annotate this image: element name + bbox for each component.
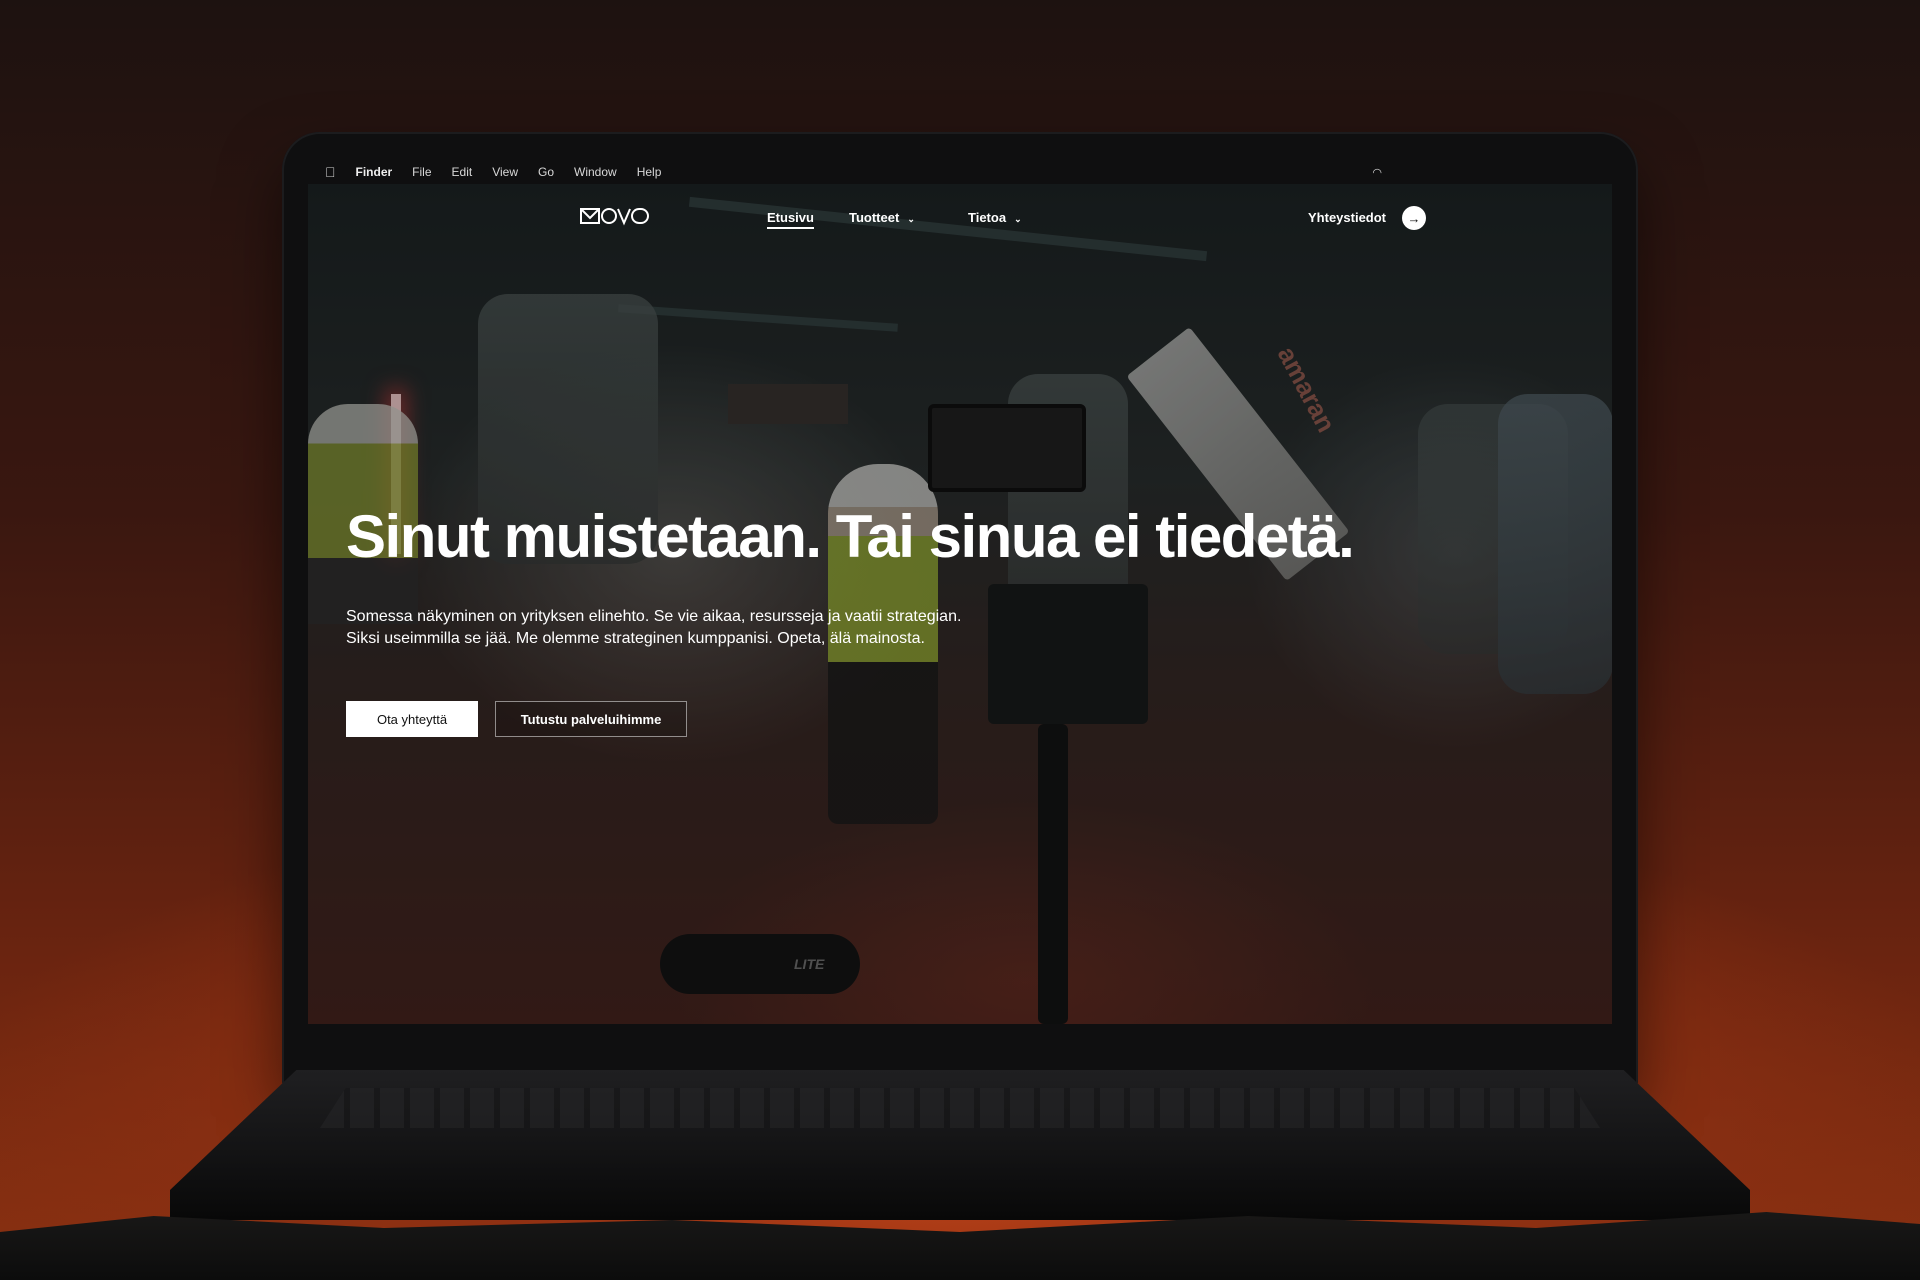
menu-file[interactable]: File — [412, 165, 431, 179]
laptop-keyboard — [320, 1088, 1600, 1128]
contact-button[interactable]: Ota yhteyttä — [346, 701, 478, 737]
nav-about-label: Tietoa — [968, 210, 1007, 225]
site-navbar: Etusivu Tuotteet ⌄ Tietoa ⌄ Yhteystiedot → — [308, 184, 1612, 248]
wifi-icon[interactable]: ◠ — [1372, 166, 1382, 179]
apple-icon[interactable]:  — [325, 164, 336, 180]
nav-home[interactable]: Etusivu — [767, 210, 814, 229]
website-viewport: amaran LITE Etusivu Tuotteet ⌄ Tietoa ⌄ Yh… — [308, 184, 1612, 1024]
menu-window[interactable]: Window — [574, 165, 617, 179]
macos-menubar:  Finder File Edit View Go Window Help ◠ — [308, 160, 1612, 184]
nav-contact-link[interactable]: Yhteystiedot — [1308, 210, 1386, 225]
menu-go[interactable]: Go — [538, 165, 554, 179]
menu-view[interactable]: View — [492, 165, 518, 179]
site-logo[interactable] — [580, 206, 650, 228]
hero-subtitle: Somessa näkyminen on yrityksen elinehto.… — [346, 608, 962, 647]
hero-title: Sinut muistetaan. Tai sinua ei tiedetä. — [346, 503, 1355, 570]
nav-products[interactable]: Tuotteet ⌄ — [849, 210, 915, 225]
chevron-down-icon: ⌄ — [907, 214, 915, 224]
menu-app-name[interactable]: Finder — [356, 165, 393, 179]
chevron-down-icon: ⌄ — [1014, 214, 1022, 224]
nav-about[interactable]: Tietoa ⌄ — [968, 210, 1022, 225]
nav-products-label: Tuotteet — [849, 210, 900, 225]
hero-dark-overlay — [308, 184, 1612, 1024]
services-button[interactable]: Tutustu palveluihimme — [495, 701, 687, 737]
menu-edit[interactable]: Edit — [452, 165, 473, 179]
menu-help[interactable]: Help — [637, 165, 662, 179]
arrow-right-icon[interactable]: → — [1402, 206, 1426, 230]
